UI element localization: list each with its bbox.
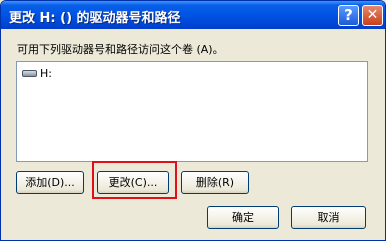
cancel-button[interactable]: 取消 — [291, 206, 366, 229]
description-label: 可用下列驱动器号和路径访问这个卷 (A)。 — [17, 43, 224, 56]
drive-icon — [22, 69, 37, 77]
add-button[interactable]: 添加(D)... — [16, 171, 84, 194]
remove-button[interactable]: 删除(R) — [181, 171, 249, 194]
ok-button[interactable]: 确定 — [207, 206, 279, 229]
drive-letter-list[interactable]: H: — [16, 61, 368, 162]
list-item[interactable]: H: — [22, 66, 52, 80]
close-button[interactable]: ✕ — [362, 5, 383, 26]
help-button[interactable]: ? — [338, 5, 359, 26]
title-bar[interactable]: 更改 H: () 的驱动器号和路径 ? ✕ — [1, 1, 385, 29]
dialog-window: 更改 H: () 的驱动器号和路径 ? ✕ 可用下列驱动器号和路径访问这个卷 (… — [0, 0, 386, 241]
highlight-box — [92, 161, 177, 199]
close-icon: ✕ — [366, 7, 379, 23]
list-item-label: H: — [40, 66, 52, 80]
window-title: 更改 H: () 的驱动器号和路径 — [9, 11, 181, 26]
help-icon: ? — [344, 6, 353, 24]
